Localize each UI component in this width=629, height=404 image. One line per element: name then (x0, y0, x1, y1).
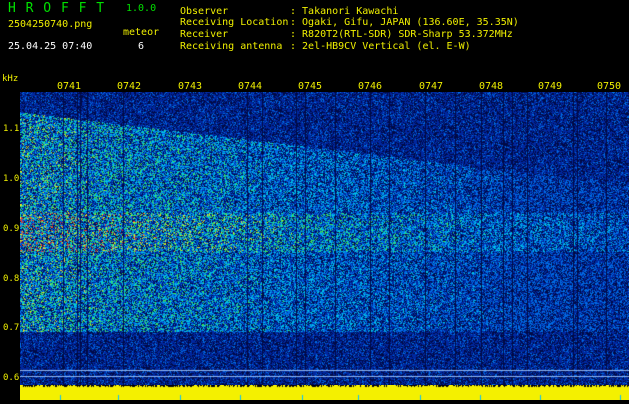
time-tick-label: 0743 (178, 81, 203, 92)
power-strip (20, 385, 629, 400)
antenna-value: : 2el-HB9CV Vertical (el. E-W) (290, 41, 471, 52)
antenna-label: Receiving antenna (180, 41, 283, 52)
time-tick-label: 0742 (117, 81, 142, 92)
spectrogram (20, 92, 629, 385)
spectrogram-canvas (20, 92, 629, 385)
time-tick-label: 0745 (298, 81, 323, 92)
time-tick-label: 0750 (597, 81, 622, 92)
time-tick-label: 0741 (57, 81, 82, 92)
power-strip-canvas (20, 385, 629, 400)
freq-tick-label: 1.0 (3, 174, 20, 184)
app-title: H R O F F T (8, 1, 106, 16)
time-tick-label: 0748 (479, 81, 504, 92)
location-value: : Ogaki, Gifu, JAPAN (136.60E, 35.35N) (290, 17, 519, 28)
detection-label: meteor (123, 27, 160, 38)
location-label: Receiving Location (180, 17, 289, 28)
observer-label: Observer (180, 6, 229, 17)
time-tick-label: 0749 (538, 81, 563, 92)
freq-tick-label: 0.6 (3, 373, 20, 383)
freq-tick-label: 0.7 (3, 323, 20, 333)
freq-tick-label: 0.9 (3, 224, 20, 234)
file-name: 2504250740.png (8, 19, 93, 30)
time-tick-label: 0746 (358, 81, 383, 92)
time-tick-label: 0747 (419, 81, 444, 92)
observer-value: : Takanori Kawachi (290, 6, 399, 17)
time-tick-label: 0744 (238, 81, 263, 92)
date-time: 25.04.25 07:40 (8, 41, 93, 52)
app-version: 1.0.0 (126, 3, 157, 14)
receiver-label: Receiver (180, 29, 229, 40)
receiver-value: : R820T2(RTL-SDR) SDR-Sharp 53.372MHz (290, 29, 513, 40)
freq-tick-label: 0.8 (3, 274, 20, 284)
freq-unit-label: kHz (2, 74, 19, 84)
freq-tick-label: 1.1 (3, 124, 20, 134)
detection-count: 6 (138, 41, 145, 52)
